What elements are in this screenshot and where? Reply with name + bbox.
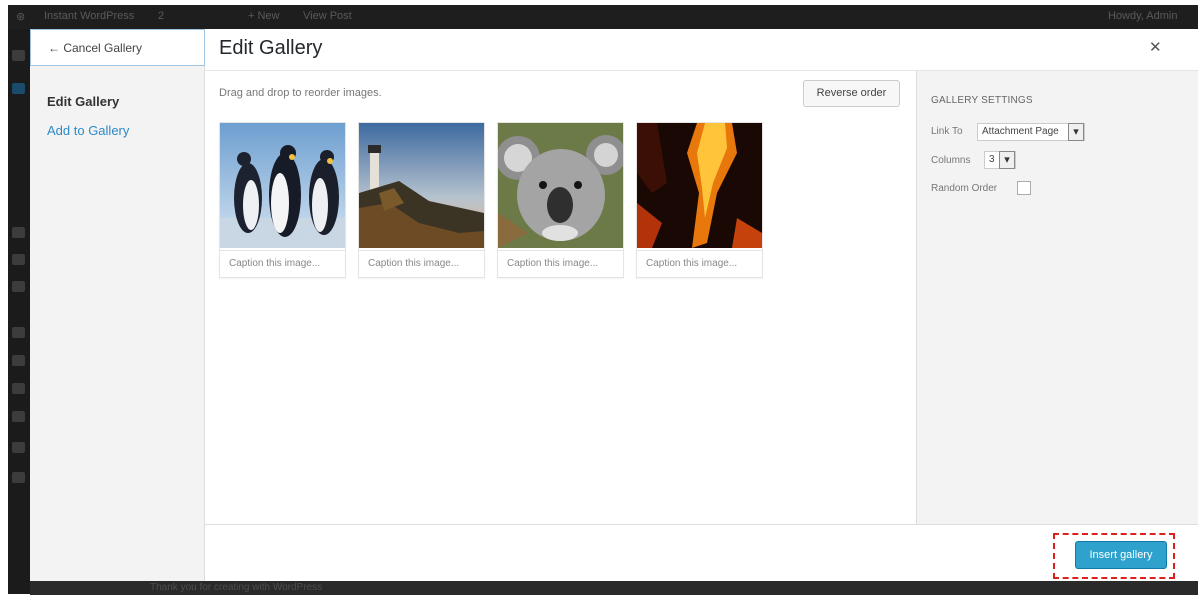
columns-value: 3: [989, 154, 995, 165]
menu-item-add-to-gallery[interactable]: Add to Gallery: [47, 123, 129, 138]
admin-sidebar: [8, 29, 30, 594]
comments-icon[interactable]: [12, 281, 25, 292]
random-order-label: Random Order: [931, 183, 998, 194]
menu-item-edit-gallery[interactable]: Edit Gallery: [47, 94, 119, 109]
fire-image: [637, 123, 762, 248]
cancel-gallery-button[interactable]: ← Cancel Gallery: [30, 29, 205, 66]
wordpress-logo-icon[interactable]: ⊛: [16, 10, 25, 23]
edit-gallery-modal: ← Cancel Gallery Edit Gallery Add to Gal…: [30, 29, 1198, 581]
settings-icon[interactable]: [12, 442, 25, 453]
gallery-item-fire[interactable]: Caption this image...: [636, 122, 763, 278]
close-icon[interactable]: ✕: [1149, 38, 1162, 56]
gallery-item-koala[interactable]: Caption this image...: [497, 122, 624, 278]
pages-icon[interactable]: [12, 254, 25, 265]
plugins-icon[interactable]: [12, 355, 25, 366]
caption-field[interactable]: Caption this image...: [359, 250, 484, 277]
collapse-icon[interactable]: [12, 472, 25, 483]
chevron-down-icon: ▾: [999, 151, 1015, 169]
modal-menu: ← Cancel Gallery Edit Gallery Add to Gal…: [30, 29, 205, 581]
columns-label: Columns: [931, 155, 971, 166]
penguins-image: [220, 123, 345, 248]
comments-count[interactable]: 2: [158, 10, 164, 22]
koala-image: [498, 123, 623, 248]
random-order-checkbox[interactable]: [1017, 181, 1031, 195]
link-to-value: Attachment Page: [982, 126, 1059, 137]
chevron-down-icon: ▾: [1068, 123, 1084, 141]
insert-gallery-button[interactable]: Insert gallery: [1075, 541, 1167, 569]
caption-field[interactable]: Caption this image...: [498, 250, 623, 277]
drag-hint: Drag and drop to reorder images.: [219, 87, 382, 99]
view-post-link[interactable]: View Post: [303, 10, 352, 22]
reverse-order-button[interactable]: Reverse order: [803, 80, 900, 107]
appearance-icon[interactable]: [12, 327, 25, 338]
user-greeting[interactable]: Howdy, Admin: [1108, 10, 1178, 22]
modal-toolbar: [205, 524, 1198, 581]
caption-field[interactable]: Caption this image...: [637, 250, 762, 277]
users-icon[interactable]: [12, 383, 25, 394]
modal-title: Edit Gallery: [219, 37, 323, 59]
gallery-item-lighthouse[interactable]: Caption this image...: [358, 122, 485, 278]
footer-text: Thank you for creating with WordPress: [150, 582, 323, 593]
site-name-link[interactable]: Instant WordPress: [44, 10, 134, 22]
posts-icon[interactable]: [12, 83, 25, 94]
admin-bar: ⊛ Instant WordPress 2 + New View Post Ho…: [8, 5, 1198, 29]
media-icon[interactable]: [12, 227, 25, 238]
tools-icon[interactable]: [12, 411, 25, 422]
new-content-link[interactable]: + New: [248, 10, 280, 22]
dashboard-icon[interactable]: [12, 50, 25, 61]
caption-field[interactable]: Caption this image...: [220, 250, 345, 277]
settings-heading: GALLERY SETTINGS: [931, 95, 1033, 106]
columns-select[interactable]: 3 ▾: [984, 151, 1016, 169]
gallery-item-penguins[interactable]: Caption this image...: [219, 122, 346, 278]
lighthouse-image: [359, 123, 484, 248]
admin-footer: Thank you for creating with WordPress: [30, 581, 1198, 595]
link-to-label: Link To: [931, 126, 963, 137]
link-to-select[interactable]: Attachment Page ▾: [977, 123, 1085, 141]
